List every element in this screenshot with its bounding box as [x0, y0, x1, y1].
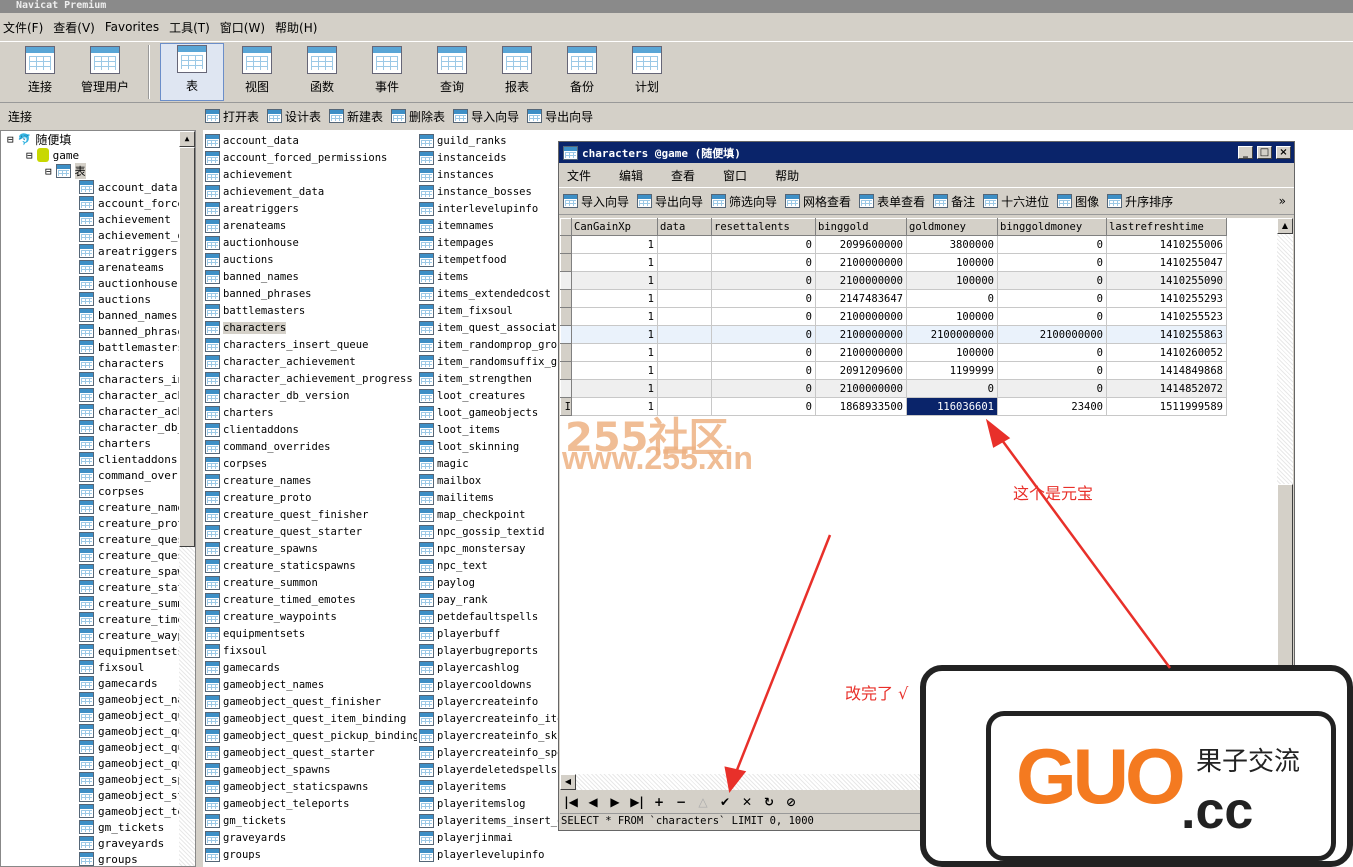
arrow-to-save — [733, 534, 832, 776]
annotation-yuanbao: 这个是元宝 — [1013, 484, 1094, 503]
arrow-to-goldmoney — [994, 431, 1172, 669]
arrowhead — [724, 766, 747, 793]
annotation-arrows — [724, 418, 1172, 793]
annotation-done: 改完了 √ — [845, 684, 909, 703]
